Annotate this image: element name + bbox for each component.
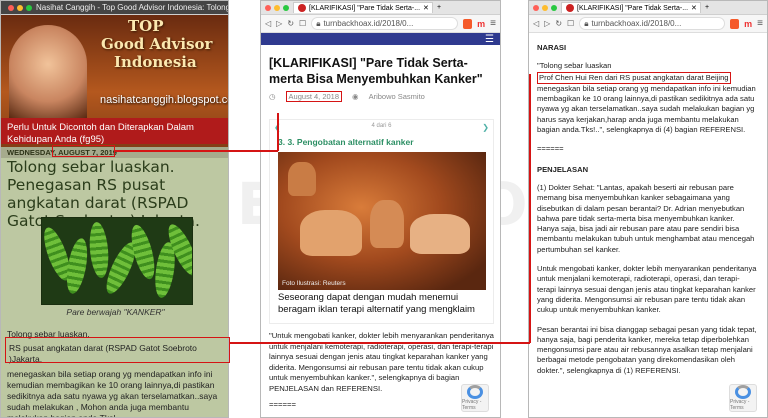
body-rest: menegaskan bila setiap orang yg mendapat… [7, 369, 218, 418]
reload-icon[interactable]: ↻ [287, 19, 294, 28]
image-caption: Pare berwajah "KANKER" [66, 307, 165, 317]
slide-heading: 3. 3. Pengobatan alternatif kanker [278, 137, 414, 147]
header-top-text: TOP [128, 17, 164, 35]
recaptcha-icon [467, 385, 483, 399]
article-author[interactable]: Aribowo Sasmito [369, 92, 425, 101]
red-banner-link[interactable]: Perlu Untuk Dicontoh dan Diterapkan Dala… [1, 118, 228, 145]
minimize-icon[interactable] [17, 4, 23, 11]
recaptcha-label: Privacy - Terms [462, 399, 482, 411]
article-meta: ◷ August 4, 2018 ◉ Aribowo Sasmito [261, 87, 500, 106]
recaptcha-badge[interactable]: Privacy - Terms [729, 384, 757, 412]
penjelasan-heading: PENJELASAN [537, 164, 589, 174]
address-toolbar: ◁ ▷ ↻ ☐ 🔒︎ turnbackhoax.id/2018/0... m ≡ [529, 15, 767, 33]
bitter-gourd-image [41, 217, 193, 305]
narasi-rest: menegaskan bila setiap orang yg mendapat… [537, 83, 756, 135]
lock-icon: 🔒︎ [584, 18, 589, 28]
recaptcha-icon [735, 385, 751, 399]
menu-icon[interactable]: ≡ [490, 18, 496, 29]
tab-active[interactable]: [KLARIFIKASI] "Pare Tidak Serta-... ✕ [561, 2, 701, 13]
close-icon[interactable] [533, 4, 539, 11]
forward-icon[interactable]: ▷ [276, 19, 282, 28]
minimize-icon[interactable] [274, 4, 280, 11]
article-date[interactable]: August 4, 2018 [285, 91, 343, 102]
address-toolbar: ◁ ▷ ↻ ☐ 🔒︎ turnbackhoax.id/2018/0... m ≡ [261, 15, 500, 33]
url-text: turnbackhoax.id/2018/0... [323, 19, 414, 28]
tab-close-icon[interactable]: ✕ [691, 4, 697, 12]
extension-m-icon[interactable]: m [744, 19, 752, 29]
window-controls[interactable] [533, 4, 557, 11]
slide-counter: 4 dari 6 [371, 123, 392, 129]
back-icon[interactable]: ◁ [533, 19, 539, 28]
site-favicon-icon [566, 4, 574, 12]
therapy-photo: Foto Ilustrasi: Reuters [278, 152, 486, 290]
penjelasan-paragraph-1: (1) Dokter Sehat: "Lantas, apakah besert… [537, 182, 755, 254]
separator: ====== [537, 144, 564, 154]
recaptcha-label: Privacy - Terms [730, 399, 750, 411]
connector-date-horizontal [115, 150, 278, 152]
window-controls[interactable] [265, 4, 289, 11]
zoom-icon[interactable] [283, 4, 289, 11]
slideshow-card: ❮ 4 dari 6 ❯ 3. 3. Pengobatan alternatif… [269, 119, 494, 324]
lock-icon: 🔒︎ [316, 18, 321, 28]
header-indonesia: Indonesia [114, 53, 197, 71]
photo-overlay-text: Seseorang dapat dengan mudah menemui ber… [278, 292, 475, 315]
address-bar[interactable]: 🔒︎ turnbackhoax.id/2018/0... [579, 17, 726, 30]
hamburger-menu-icon[interactable]: ☰ [485, 34, 494, 45]
post-date-bar: WEDNESDAY, AUGUST 7, 2019 [1, 147, 228, 158]
close-icon[interactable] [8, 4, 14, 11]
header-good-advisor: Good Advisor [101, 35, 213, 53]
connector-date-vertical [277, 113, 279, 151]
article-content: NARASI "Tolong sebar luaskan Prof Chen H… [529, 33, 767, 376]
penjelasan-paragraph-2: Untuk mengobati kanker, dokter lebih men… [537, 264, 757, 315]
tab-title: [KLARIFIKASI] "Pare Tidak Serta-... [309, 4, 421, 12]
slide-nav: ❮ 4 dari 6 ❯ [270, 120, 493, 135]
composite-screenshot: SESMENT BOX Nasihat Canggih - Top Good A… [0, 0, 768, 418]
date-prefix: WEDNESDAY, [7, 148, 57, 157]
connector-body-vertical [529, 74, 531, 343]
narasi-highlight: Prof Chen Hui Ren dari RS pusat angkatan… [537, 71, 731, 84]
zoom-icon[interactable] [26, 4, 32, 11]
body-highlight-box [5, 337, 230, 363]
recaptcha-badge[interactable]: Privacy - Terms [461, 384, 489, 412]
calendar-icon: ◷ [269, 92, 276, 101]
zoom-icon[interactable] [551, 4, 557, 11]
next-slide-icon[interactable]: ❯ [482, 123, 489, 132]
article-title: [KLARIFIKASI] "Pare Tidak Serta-merta Bi… [269, 56, 483, 86]
window-title: Nasihat Canggih - Top Good Advisor Indon… [36, 3, 228, 12]
new-tab-icon[interactable]: + [437, 4, 441, 11]
tab-bar: [KLARIFIKASI] "Pare Tidak Serta-... ✕ + [529, 1, 767, 15]
extension-m-icon[interactable]: m [477, 19, 485, 29]
minimize-icon[interactable] [542, 4, 548, 11]
forward-icon[interactable]: ▷ [544, 19, 550, 28]
article-window-1: [KLARIFIKASI] "Pare Tidak Serta-... ✕ + … [260, 0, 501, 418]
tab-title: [KLARIFIKASI] "Pare Tidak Serta-... [577, 4, 689, 12]
brave-shield-icon[interactable] [463, 18, 473, 29]
narasi-heading: NARASI [537, 43, 567, 52]
back-icon[interactable]: ◁ [265, 19, 271, 28]
tab-active[interactable]: [KLARIFIKASI] "Pare Tidak Serta-... ✕ [293, 2, 433, 13]
article-window-2: [KLARIFIKASI] "Pare Tidak Serta-... ✕ + … [528, 0, 768, 418]
reload-icon[interactable]: ↻ [555, 19, 562, 28]
photo-credit: Foto Ilustrasi: Reuters [282, 280, 346, 287]
tab-bar: [KLARIFIKASI] "Pare Tidak Serta-... ✕ + [261, 1, 500, 15]
menu-icon[interactable]: ≡ [757, 18, 763, 29]
window-controls[interactable] [8, 4, 32, 11]
site-favicon-icon [298, 4, 306, 12]
site-navbar: ☰ [261, 33, 500, 45]
bookmark-icon[interactable]: ☐ [567, 19, 574, 28]
blog-url[interactable]: nasihatcanggih.blogspot.com [100, 94, 228, 106]
penjelasan-paragraph-3: Pesan berantai ini bisa dianggap sebagai… [537, 324, 757, 375]
address-bar[interactable]: 🔒︎ turnbackhoax.id/2018/0... [311, 17, 459, 30]
narasi-intro: "Tolong sebar luaskan [537, 61, 612, 71]
bookmark-icon[interactable]: ☐ [299, 19, 306, 28]
date-highlight-box [52, 145, 115, 157]
brave-shield-icon[interactable] [730, 18, 740, 29]
url-text: turnbackhoax.id/2018/0... [591, 19, 682, 28]
tab-close-icon[interactable]: ✕ [423, 4, 429, 12]
connector-body-horizontal [230, 342, 530, 344]
window-titlebar: Nasihat Canggih - Top Good Advisor Indon… [1, 1, 228, 15]
new-tab-icon[interactable]: + [705, 4, 709, 11]
author-icon: ◉ [352, 92, 359, 101]
close-icon[interactable] [265, 4, 271, 11]
